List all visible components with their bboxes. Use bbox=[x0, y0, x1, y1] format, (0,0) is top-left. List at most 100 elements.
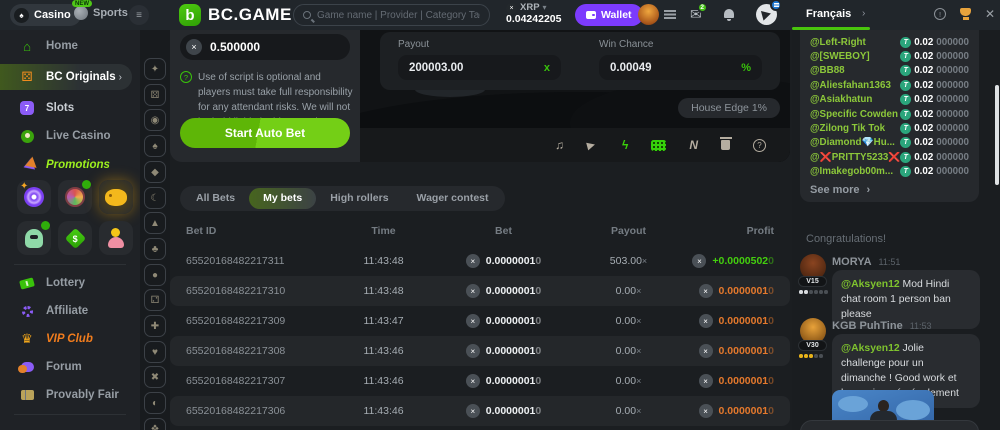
casino-toggle-button[interactable]: ♠ Casino bbox=[10, 4, 81, 26]
tab-my-bets[interactable]: My bets bbox=[249, 188, 316, 209]
user-avatar[interactable] bbox=[638, 4, 659, 25]
chat-username[interactable]: MORYA bbox=[832, 256, 872, 268]
trends-icon[interactable]: N bbox=[689, 138, 698, 152]
see-more-link[interactable]: See more› bbox=[810, 184, 969, 196]
trash-icon[interactable] bbox=[721, 140, 730, 150]
sidebar-item-live-casino[interactable]: Live Casino bbox=[0, 123, 140, 149]
game-icon-15[interactable]: ❖ bbox=[144, 418, 166, 430]
game-icon-9[interactable]: ● bbox=[144, 264, 166, 286]
sidebar-item-promotions[interactable]: Promotions bbox=[0, 152, 140, 178]
chat-toggle-button[interactable] bbox=[756, 4, 777, 25]
table-row[interactable]: 65520168482217307 11:43:46 ×0.00000010 0… bbox=[170, 366, 790, 396]
music-icon[interactable]: ♫ bbox=[555, 138, 564, 152]
chat-room-language-tab[interactable]: Français bbox=[806, 8, 851, 20]
mention-link[interactable]: @Aksyen12 bbox=[841, 343, 900, 354]
house-edge-badge: House Edge 1% bbox=[678, 98, 780, 118]
game-icon-11[interactable]: ✚ bbox=[144, 315, 166, 337]
chat-room-chevron-icon[interactable]: › bbox=[862, 8, 865, 19]
table-row[interactable]: 65520168482217310 11:43:48 ×0.00000010 0… bbox=[170, 276, 790, 306]
game-icon-2[interactable]: ⚄ bbox=[144, 84, 166, 106]
winner-row[interactable]: @AsiakhatunT0.02000000 bbox=[810, 93, 969, 107]
payout-input[interactable]: 200003.00 x bbox=[398, 55, 561, 80]
chat-app-badge bbox=[770, 0, 782, 11]
lucky-wheel-icon bbox=[65, 187, 85, 207]
bet-amount-input[interactable]: × 0.500000 bbox=[180, 34, 350, 60]
game-icon-4[interactable]: ♠ bbox=[144, 135, 166, 157]
turbo-lightning-icon[interactable]: ϟ bbox=[622, 138, 628, 152]
dollar-tag-promo-tile[interactable]: $ bbox=[58, 221, 92, 255]
hoodie-promo-tile[interactable] bbox=[17, 221, 51, 255]
table-row[interactable]: 65520168482217308 11:43:46 ×0.00000010 0… bbox=[170, 336, 790, 366]
game-icon-5[interactable]: ◆ bbox=[144, 161, 166, 183]
win-chance-input[interactable]: 0.00049 % bbox=[599, 55, 762, 80]
menu-button[interactable]: ≡ bbox=[129, 5, 149, 25]
chat-rules-icon[interactable]: ! bbox=[934, 8, 946, 20]
sound-icon[interactable] bbox=[587, 141, 599, 149]
sidebar-item-forum[interactable]: Forum bbox=[0, 354, 140, 380]
mention-link[interactable]: @Aksyen12 bbox=[841, 279, 900, 290]
game-icon-12[interactable]: ♥ bbox=[144, 341, 166, 363]
xrp-coin-icon: × bbox=[466, 254, 480, 268]
tab-wager-contest[interactable]: Wager contest bbox=[403, 188, 503, 209]
wallet-icon bbox=[586, 11, 596, 19]
sidebar-item-vip-club[interactable]: ♛ VIP Club bbox=[0, 326, 140, 352]
winner-row[interactable]: @Specific CowdenT0.02000000 bbox=[810, 107, 969, 121]
new-badge: NEW bbox=[72, 0, 92, 7]
game-icon-3[interactable]: ◉ bbox=[144, 109, 166, 131]
table-row[interactable]: 65520168482217309 11:43:47 ×0.00000010 0… bbox=[170, 306, 790, 336]
sports-toggle-button[interactable]: NEW Sports bbox=[74, 6, 128, 20]
winner-row[interactable]: @Left-RightT0.02000000 bbox=[810, 35, 969, 49]
start-auto-bet-button[interactable]: Start Auto Bet bbox=[180, 118, 350, 148]
brand-name: BC.GAME bbox=[208, 5, 292, 25]
winner-row[interactable]: @Aliesfahan1363T0.02000000 bbox=[810, 78, 969, 92]
close-chat-icon[interactable]: ✕ bbox=[985, 7, 995, 21]
game-icon-14[interactable]: ◐ bbox=[144, 392, 166, 414]
game-search[interactable] bbox=[293, 4, 490, 26]
sidebar-item-lottery[interactable]: Lottery bbox=[0, 270, 140, 296]
chat-username[interactable]: KGB PuhTine bbox=[832, 320, 903, 332]
chat-input[interactable] bbox=[800, 420, 979, 430]
hotkeys-icon[interactable] bbox=[651, 140, 666, 151]
coin-drop-promo-tile[interactable] bbox=[99, 221, 133, 255]
winner-row[interactable]: @Zilong Tik TokT0.02000000 bbox=[810, 121, 969, 135]
inbox-button[interactable]: ✉2 bbox=[690, 6, 702, 23]
tether-coin-icon: T bbox=[900, 166, 911, 177]
sidebar-item-home[interactable]: ⌂ Home bbox=[0, 33, 140, 59]
balance-selector[interactable]: × XRP ▾ 0.04242205 bbox=[506, 3, 561, 26]
game-icon-8[interactable]: ♣ bbox=[144, 238, 166, 260]
sidebar-item-bc-originals[interactable]: ⚄ BC Originals › bbox=[0, 64, 132, 90]
table-row[interactable]: 65520168482217306 11:43:46 ×0.00000010 0… bbox=[170, 396, 790, 426]
level-dots bbox=[799, 290, 828, 294]
chat-scrollbar[interactable] bbox=[995, 85, 999, 185]
tab-all-bets[interactable]: All Bets bbox=[182, 188, 249, 209]
help-icon[interactable]: ? bbox=[753, 139, 766, 152]
tab-high-rollers[interactable]: High rollers bbox=[316, 188, 402, 209]
game-icon-13[interactable]: ✖ bbox=[144, 366, 166, 388]
tether-coin-icon: T bbox=[900, 94, 911, 105]
notifications-bell-icon[interactable] bbox=[724, 9, 734, 18]
dart-spiral-promo-tile[interactable] bbox=[17, 180, 51, 214]
winner-row[interactable]: @[SWEBOY]T0.02000000 bbox=[810, 49, 969, 63]
bets-tabs: All Bets My bets High rollers Wager cont… bbox=[180, 186, 505, 211]
promo-tiles-row-2: $ bbox=[17, 221, 135, 255]
game-icon-10[interactable]: ⚁ bbox=[144, 289, 166, 311]
winner-row[interactable]: @Diamond💎Hu...T0.02000000 bbox=[810, 136, 969, 150]
trophy-icon[interactable] bbox=[960, 8, 971, 16]
brand-logo[interactable]: b BC.GAME bbox=[179, 4, 292, 26]
winner-row[interactable]: @BB88T0.02000000 bbox=[810, 64, 969, 78]
piggy-bank-promo-tile[interactable] bbox=[99, 180, 133, 214]
leaderboard-icon[interactable] bbox=[664, 10, 676, 19]
game-icon-1[interactable]: ✦ bbox=[144, 58, 166, 80]
sidebar-item-slots[interactable]: 7 Slots bbox=[0, 95, 140, 121]
game-icon-7[interactable]: ▲ bbox=[144, 212, 166, 234]
game-icon-6[interactable]: ☾ bbox=[144, 187, 166, 209]
search-input[interactable] bbox=[317, 10, 480, 21]
table-row[interactable]: 65520168482217311 11:43:48 ×0.00000010 5… bbox=[170, 246, 790, 276]
lucky-wheel-promo-tile[interactable] bbox=[58, 180, 92, 214]
top-navbar: ♠ Casino NEW Sports ≡ b BC.GAME × XRP ▾ … bbox=[0, 0, 1000, 30]
winner-row[interactable]: @Imakegob00m...T0.02000000 bbox=[810, 165, 969, 179]
wallet-button[interactable]: Wallet bbox=[575, 4, 643, 26]
sidebar-item-affiliate[interactable]: Affiliate bbox=[0, 298, 140, 324]
sidebar-item-provably-fair[interactable]: Provably Fair bbox=[0, 382, 140, 408]
winner-row[interactable]: @❌PRITTY5233❌T0.02000000 bbox=[810, 150, 969, 164]
